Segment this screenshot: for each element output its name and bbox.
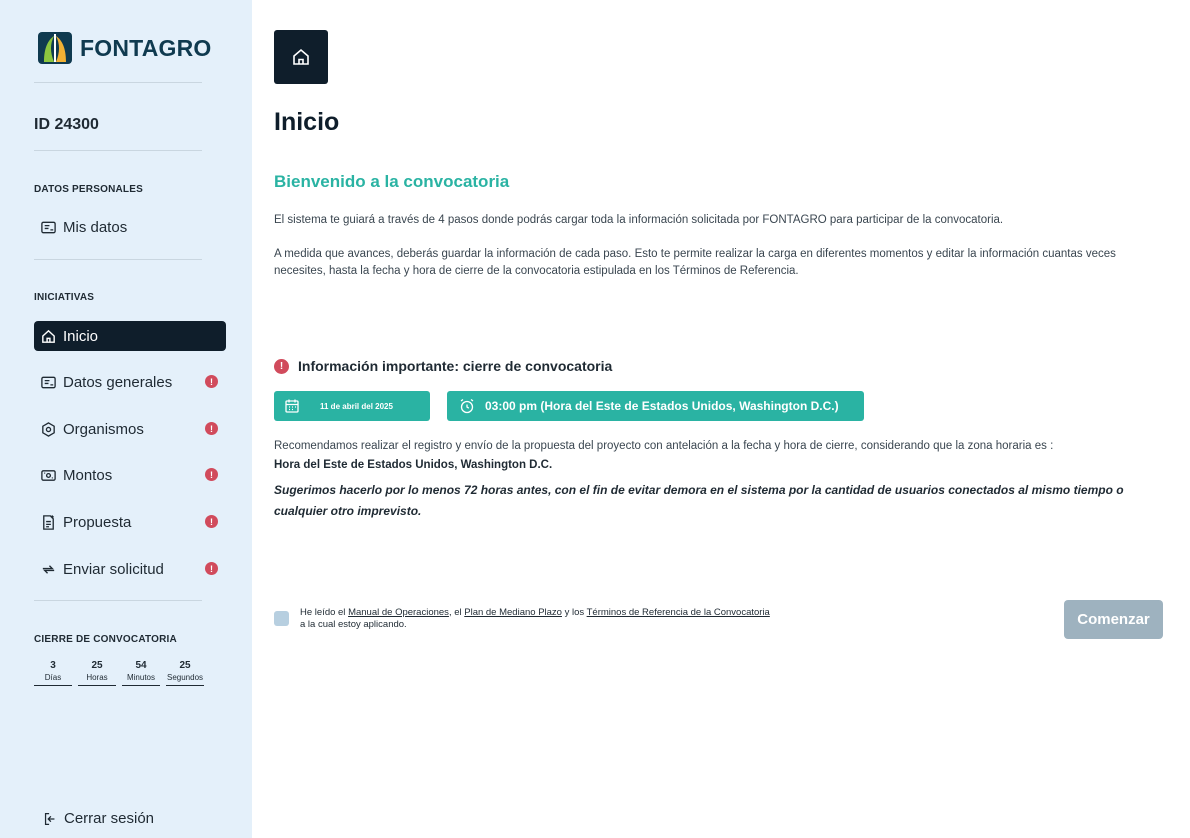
terminos-referencia-link[interactable]: Términos de Referencia de la Convocatori… — [587, 607, 770, 618]
sidebar-item-organismos[interactable]: Organismos ! — [34, 414, 226, 444]
sidebar-item-label: Inicio — [63, 327, 99, 345]
countdown-days: 3 Días — [34, 660, 72, 686]
sidebar-item-label: Propuesta — [63, 513, 132, 531]
sidebar-item-montos[interactable]: Montos ! — [34, 460, 226, 490]
id-card-icon — [40, 374, 57, 391]
sidebar-item-label: Montos — [63, 466, 113, 484]
consent-row: He leído el Manual de Operaciones, el Pl… — [274, 607, 770, 631]
sidebar-item-label: Datos generales — [63, 373, 173, 391]
fontagro-logo-icon — [38, 32, 72, 64]
alert-icon: ! — [205, 422, 218, 435]
countdown-minutes: 54 Minutos — [122, 660, 160, 686]
closing-date-pill: 11 de abril del 2025 — [274, 391, 430, 421]
countdown-label: Horas — [86, 673, 108, 682]
brand-logo[interactable]: FONTAGRO — [38, 28, 212, 68]
consent-text: He leído el Manual de Operaciones, el Pl… — [300, 607, 770, 631]
timezone-text: Hora del Este de Estados Unidos, Washing… — [274, 459, 553, 471]
sidebar-item-inicio[interactable]: Inicio — [34, 321, 226, 351]
alert-icon: ! — [205, 515, 218, 528]
intro-paragraph: El sistema te guiará a través de 4 pasos… — [274, 214, 1004, 226]
alert-icon: ! — [205, 562, 218, 575]
consent-text-part: He leído el — [300, 607, 349, 618]
important-info-title: Información importante: cierre de convoc… — [298, 358, 613, 374]
plan-mediano-plazo-link[interactable]: Plan de Mediano Plazo — [464, 607, 562, 618]
consent-text-part: , el — [448, 607, 465, 618]
home-tile[interactable] — [274, 30, 328, 84]
page-title: Inicio — [274, 108, 340, 136]
countdown-value: 54 — [135, 660, 147, 671]
sidebar-item-propuesta[interactable]: Propuesta ! — [34, 507, 226, 537]
countdown-label: Días — [44, 673, 62, 682]
sidebar-item-label: Mis datos — [63, 218, 128, 236]
manual-operaciones-link[interactable]: Manual de Operaciones — [348, 607, 449, 618]
closing-time: 03:00 pm (Hora del Este de Estados Unido… — [485, 399, 839, 413]
money-icon — [40, 467, 57, 484]
logout-icon — [44, 812, 55, 825]
org-icon — [40, 421, 57, 438]
sidebar-item-enviar-solicitud[interactable]: Enviar solicitud ! — [34, 554, 226, 584]
divider — [34, 259, 202, 260]
id-card-icon — [40, 219, 57, 236]
divider — [34, 600, 202, 601]
countdown-value: 3 — [50, 660, 56, 671]
welcome-heading: Bienvenido a la convocatoria — [274, 172, 510, 191]
closing-date: 11 de abril del 2025 — [320, 401, 393, 411]
countdown-hours: 25 Horas — [78, 660, 116, 686]
countdown-label: Minutos — [126, 673, 155, 682]
countdown-value: 25 — [179, 660, 191, 671]
countdown-label: Segundos — [166, 673, 204, 682]
important-info-heading: ! Información importante: cierre de conv… — [274, 358, 612, 374]
home-icon — [293, 48, 309, 65]
home-icon — [40, 328, 57, 345]
sidebar-item-mis-datos[interactable]: Mis datos — [34, 212, 226, 242]
calendar-icon — [285, 399, 299, 413]
recommendation-text: Recomendamos realizar el registro y enví… — [274, 440, 1054, 452]
alert-icon: ! — [274, 358, 289, 374]
countdown-value: 25 — [91, 660, 103, 671]
countdown-seconds: 25 Segundos — [166, 660, 204, 686]
sidebar: FONTAGRO ID 24300 DATOS PERSONALES Mis d… — [0, 0, 252, 838]
divider — [34, 150, 202, 151]
start-button[interactable]: Comenzar — [1064, 600, 1163, 639]
divider — [34, 82, 202, 83]
application-id: ID 24300 — [34, 116, 99, 133]
consent-text-part: a la cual estoy aplicando. — [300, 619, 407, 630]
alert-icon: ! — [205, 468, 218, 481]
sidebar-item-label: Enviar solicitud — [63, 560, 164, 578]
section-title-initiatives: INICIATIVAS — [34, 292, 95, 303]
logout-label: Cerrar sesión — [64, 810, 155, 827]
countdown: 3 Días 25 Horas 54 Minutos 25 Segundos — [34, 660, 204, 686]
instructions-paragraph: A medida que avances, deberás guardar la… — [274, 248, 1116, 277]
suggestion-text: Sugerimos hacerlo por lo menos 72 horas … — [274, 483, 1124, 518]
sidebar-item-datos-generales[interactable]: Datos generales ! — [34, 367, 226, 397]
closing-time-pill: 03:00 pm (Hora del Este de Estados Unido… — [447, 391, 864, 421]
consent-checkbox[interactable] — [274, 611, 289, 626]
brand-name: FONTAGRO — [80, 34, 212, 61]
sidebar-item-label: Organismos — [63, 420, 144, 438]
alert-icon: ! — [205, 375, 218, 388]
section-title-closing: CIERRE DE CONVOCATORIA — [34, 634, 177, 645]
consent-text-part: y los — [561, 607, 587, 618]
alarm-clock-icon — [460, 398, 474, 414]
send-icon — [40, 561, 57, 578]
logout-button[interactable]: Cerrar sesión — [42, 810, 154, 827]
section-title-personal: DATOS PERSONALES — [34, 184, 143, 195]
document-icon — [40, 514, 57, 531]
